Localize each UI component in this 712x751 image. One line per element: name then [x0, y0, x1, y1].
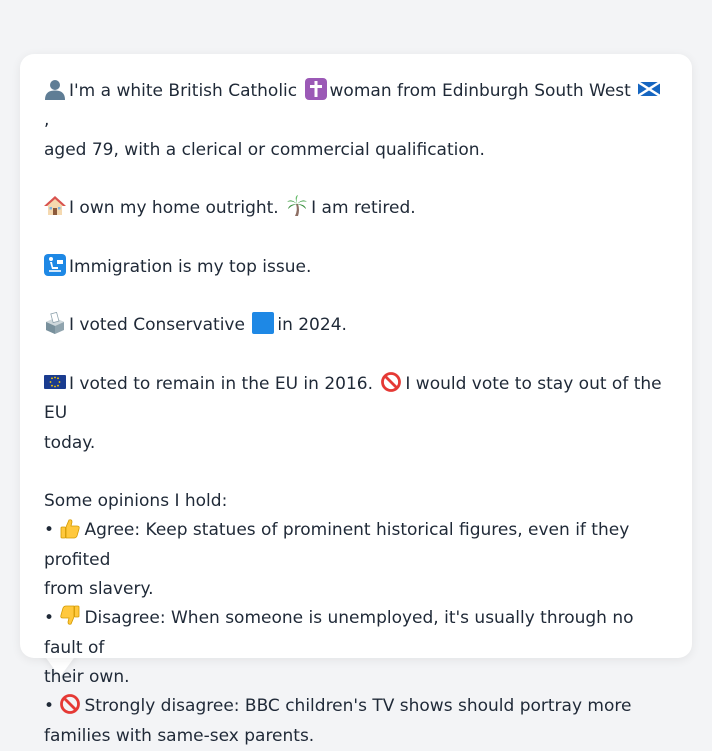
opinion-3-line-1: Strongly disagree: BBC children's TV sho… [84, 696, 632, 717]
list-bullet: • [44, 696, 55, 717]
issue-paragraph: Immigration is my top issue. [44, 253, 668, 282]
vote-paragraph: I voted Conservative in 2024. [44, 311, 668, 340]
housing-text-1: I own my home outright. [69, 198, 279, 219]
opinion-2-line-1: Disagree: When someone is unemployed, it… [44, 608, 634, 658]
identity-text-1: I'm a white British Catholic [69, 81, 298, 101]
list-bullet: • [44, 608, 55, 629]
vote-text-1: I voted Conservative [69, 315, 245, 336]
opinion-1-line-2: from slavery. [44, 579, 154, 600]
identity-paragraph: I'm a white British Catholic woman from … [44, 77, 668, 165]
eu-flag-icon [44, 371, 66, 393]
palm-tree-icon [286, 195, 308, 217]
identity-text-3: , [44, 110, 50, 131]
housing-paragraph: I own my home outright. I am retired. [44, 194, 668, 223]
passport-control-icon [44, 253, 66, 276]
identity-text-4: aged 79, with a clerical or commercial q… [44, 139, 485, 160]
issue-text: Immigration is my top issue. [69, 256, 312, 277]
ballot-box-icon [44, 312, 66, 335]
opinions-heading: Some opinions I hold: [44, 491, 228, 512]
eu-text-1: I voted to remain in the EU in 2016. [69, 373, 373, 394]
opinions-paragraph: Some opinions I hold: • Agree: Keep stat… [44, 487, 668, 751]
blue-square-icon [252, 312, 275, 335]
opinion-3-line-2: families with same-sex parents. [44, 725, 315, 746]
thumbs-up-icon [59, 517, 81, 539]
scotland-flag-icon [638, 78, 661, 100]
latin-cross-icon [304, 78, 327, 100]
opinion-2-line-2: their own. [44, 666, 130, 687]
list-bullet: • [44, 520, 55, 541]
opinion-1-line-1: Agree: Keep statues of prominent histori… [44, 520, 630, 570]
identity-text-2: woman from Edinburgh South West [329, 81, 631, 101]
thumbs-down-icon [59, 605, 81, 627]
housing-text-2: I am retired. [311, 198, 416, 219]
eu-text-3: today. [44, 432, 96, 453]
eu-paragraph: I voted to remain in the EU in 2016. I w… [44, 370, 668, 458]
prohibited-icon [380, 371, 402, 393]
persona-card: I'm a white British Catholic woman from … [20, 54, 692, 746]
person-silhouette-icon [44, 78, 66, 100]
house-icon [44, 195, 66, 217]
vote-text-2: in 2024. [277, 315, 347, 336]
